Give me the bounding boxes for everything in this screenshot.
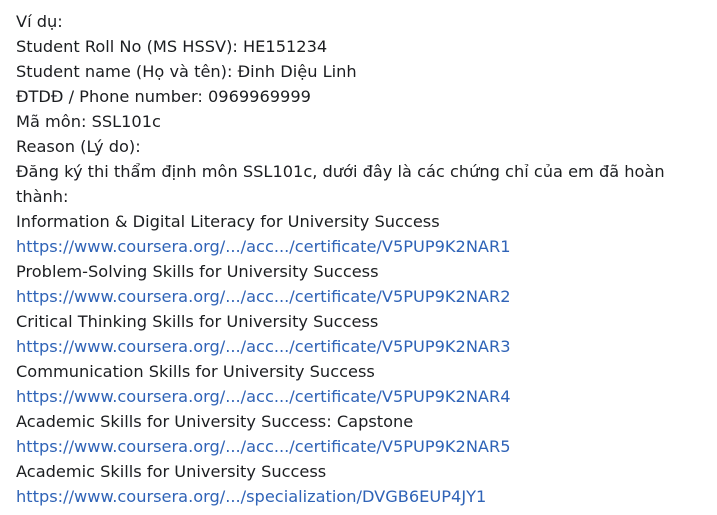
message-body: Ví dụ: Student Roll No (MS HSSV): HE1512… xyxy=(16,9,706,509)
phone-number: ĐTDĐ / Phone number: 0969969999 xyxy=(16,87,311,106)
certificate-link[interactable]: https://www.coursera.org/.../acc.../cert… xyxy=(16,234,706,259)
certificate-title: Academic Skills for University Success: … xyxy=(16,412,414,431)
certificate-link[interactable]: https://www.coursera.org/.../acc.../cert… xyxy=(16,284,706,309)
certificate-title: Problem-Solving Skills for University Su… xyxy=(16,262,379,281)
certificate-link[interactable]: https://www.coursera.org/.../acc.../cert… xyxy=(16,384,706,409)
course-code: Mã môn: SSL101c xyxy=(16,112,161,131)
reason-label: Reason (Lý do): xyxy=(16,137,141,156)
certificate-title: Communication Skills for University Succ… xyxy=(16,362,375,381)
certificate-title: Information & Digital Literacy for Unive… xyxy=(16,212,440,231)
specialization-title: Academic Skills for University Success xyxy=(16,462,327,481)
certificate-title: Critical Thinking Skills for University … xyxy=(16,312,379,331)
student-roll-no: Student Roll No (MS HSSV): HE151234 xyxy=(16,37,328,56)
example-label: Ví dụ: xyxy=(16,12,63,31)
certificate-link[interactable]: https://www.coursera.org/.../acc.../cert… xyxy=(16,334,706,359)
certificate-link[interactable]: https://www.coursera.org/.../acc.../cert… xyxy=(16,434,706,459)
student-name: Student name (Họ và tên): Đinh Diệu Linh xyxy=(16,62,357,81)
reason-text: Đăng ký thi thẩm định môn SSL101c, dưới … xyxy=(16,162,665,206)
specialization-link[interactable]: https://www.coursera.org/.../specializat… xyxy=(16,484,706,509)
